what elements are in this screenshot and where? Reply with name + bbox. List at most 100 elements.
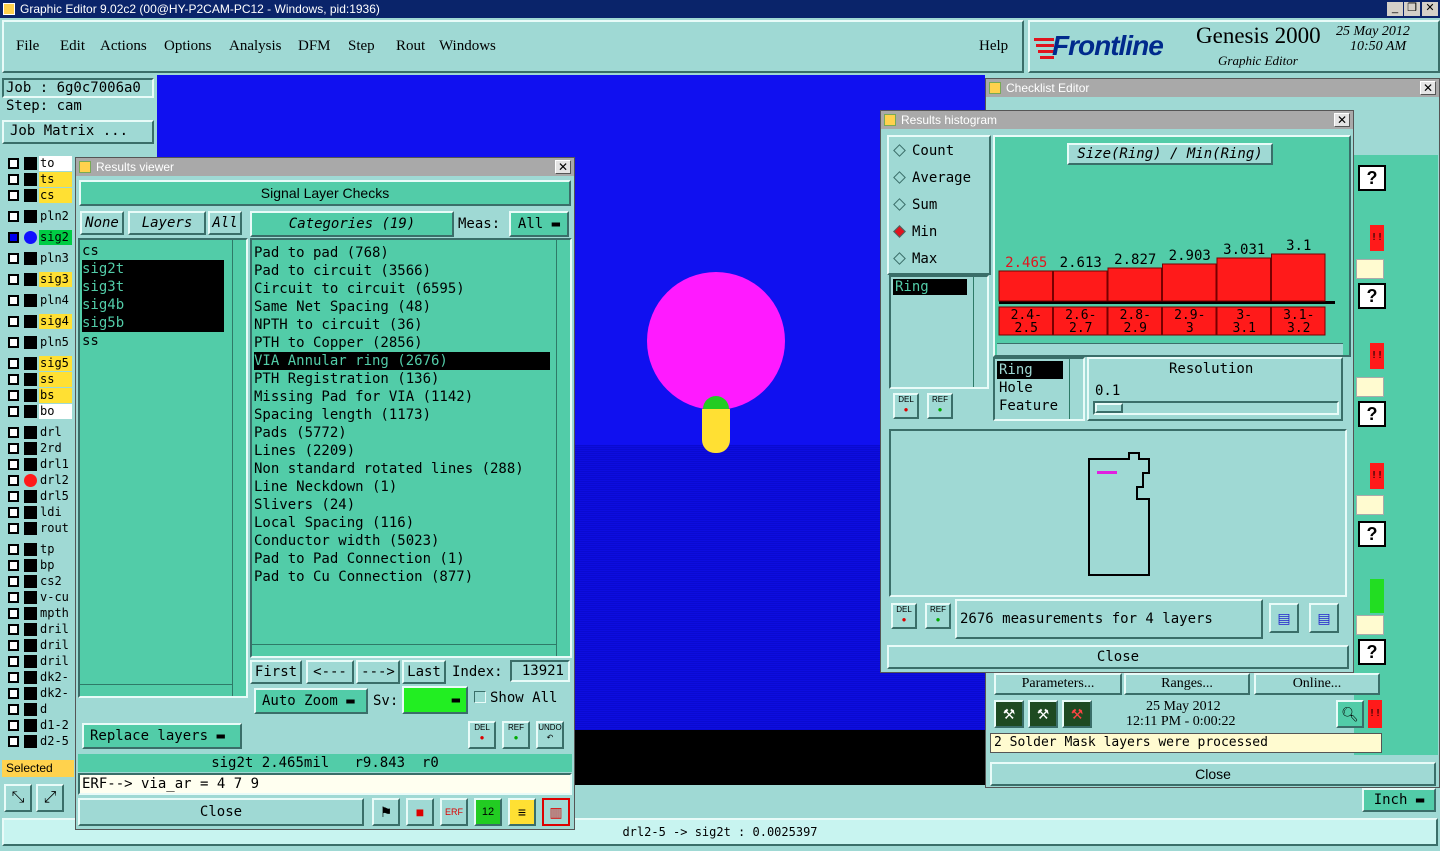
- category-item[interactable]: Line Neckdown (1): [254, 478, 550, 496]
- close-window-button[interactable]: ✕: [1422, 2, 1438, 16]
- check-status-help-icon[interactable]: ?: [1358, 639, 1386, 665]
- type-item[interactable]: Ring: [997, 361, 1063, 379]
- layer-row[interactable]: d: [6, 702, 72, 717]
- histogram-icon[interactable]: ▥: [542, 798, 570, 826]
- minimize-button[interactable]: _: [1387, 2, 1403, 16]
- last-button[interactable]: Last: [402, 660, 446, 684]
- all-layers-button[interactable]: All: [208, 211, 242, 235]
- histogram-del-button[interactable]: DEL ●: [893, 393, 919, 419]
- layer-row[interactable]: sig3: [6, 272, 72, 287]
- category-item[interactable]: Lines (2209): [254, 442, 550, 460]
- layer-row[interactable]: bo: [6, 404, 72, 419]
- result-layer-item[interactable]: ss: [82, 332, 224, 350]
- layer-checkbox[interactable]: [8, 427, 19, 438]
- layer-checkbox[interactable]: [8, 592, 19, 603]
- layer-checkbox[interactable]: [8, 688, 19, 699]
- check-failed-marker[interactable]: !!: [1370, 225, 1384, 251]
- category-item[interactable]: Circuit to circuit (6595): [254, 280, 550, 298]
- check-status-help-icon[interactable]: ?: [1358, 521, 1386, 547]
- prev-button[interactable]: <---: [306, 660, 354, 684]
- layer-checkbox[interactable]: [8, 316, 19, 327]
- category-item[interactable]: Pads (5772): [254, 424, 550, 442]
- layer-row[interactable]: dril: [6, 654, 72, 669]
- layer-checkbox[interactable]: [8, 544, 19, 555]
- layer-checkbox[interactable]: [8, 624, 19, 635]
- menu-rout[interactable]: Rout: [396, 38, 425, 55]
- categories-header-button[interactable]: Categories (19): [250, 211, 454, 237]
- aggregate-option-count[interactable]: Count: [893, 143, 954, 159]
- check-status-help-icon[interactable]: ?: [1358, 165, 1386, 191]
- check-failed-marker[interactable]: !!: [1370, 343, 1384, 369]
- layer-checkbox[interactable]: [8, 174, 19, 185]
- layer-row[interactable]: dril: [6, 622, 72, 637]
- layer-row[interactable]: drl2: [6, 473, 72, 488]
- layer-row[interactable]: pln4: [6, 293, 72, 308]
- via-pad-feature[interactable]: [637, 265, 797, 465]
- aggregate-option-sum[interactable]: Sum: [893, 197, 937, 213]
- layer-list-hscroll[interactable]: [80, 684, 232, 696]
- type-scrollbar[interactable]: [1069, 359, 1083, 419]
- category-item[interactable]: PTH Registration (136): [254, 370, 550, 388]
- parameters-button[interactable]: Parameters...: [994, 673, 1122, 695]
- layer-checkbox[interactable]: [8, 640, 19, 651]
- measure-scrollbar[interactable]: [973, 277, 987, 387]
- category-item[interactable]: Conductor width (5023): [254, 532, 550, 550]
- layer-checkbox[interactable]: [8, 736, 19, 747]
- category-item[interactable]: VIA Annular ring (2676): [254, 352, 550, 370]
- layer-row[interactable]: v-cu: [6, 590, 72, 605]
- meas-select[interactable]: All ▬: [509, 211, 569, 237]
- layer-row[interactable]: ldi: [6, 505, 72, 520]
- job-matrix-button[interactable]: Job Matrix ...: [2, 120, 154, 144]
- layer-checkbox[interactable]: [8, 672, 19, 683]
- layer-checkbox[interactable]: [8, 523, 19, 534]
- layer-checkbox[interactable]: [8, 608, 19, 619]
- export-chart-icon[interactable]: ▤: [1269, 603, 1299, 633]
- checklist-close-x[interactable]: ✕: [1420, 81, 1436, 95]
- layer-checkbox[interactable]: [8, 443, 19, 454]
- rv-undo-button[interactable]: UNDO ↶: [536, 721, 564, 749]
- check-status-help-icon[interactable]: ?: [1358, 401, 1386, 427]
- layer-row[interactable]: 2rd: [6, 441, 72, 456]
- histogram-bar[interactable]: [1162, 263, 1217, 302]
- zoom-fit-icon[interactable]: ⤡: [4, 784, 32, 812]
- category-item[interactable]: Pad to pad (768): [254, 244, 550, 262]
- category-item[interactable]: PTH to Copper (2856): [254, 334, 550, 352]
- layer-row[interactable]: sig2: [6, 230, 72, 245]
- histogram-close-x[interactable]: ✕: [1334, 113, 1350, 127]
- category-item[interactable]: Pad to Cu Connection (877): [254, 568, 550, 586]
- check-pending-marker[interactable]: [1356, 495, 1384, 515]
- type-item[interactable]: Feature: [997, 397, 1063, 415]
- next-button[interactable]: --->: [356, 660, 400, 684]
- layer-checkbox[interactable]: [8, 507, 19, 518]
- layer-row[interactable]: dk2-: [6, 686, 72, 701]
- menu-windows[interactable]: Windows: [439, 38, 496, 55]
- layers-button[interactable]: Layers: [128, 211, 206, 235]
- layer-checkbox[interactable]: [8, 158, 19, 169]
- layer-row[interactable]: cs: [6, 188, 72, 203]
- show-all-checkbox[interactable]: [474, 691, 486, 703]
- menu-file[interactable]: File: [16, 38, 39, 55]
- layer-row[interactable]: pln5: [6, 335, 72, 350]
- run-check-icon-2[interactable]: ⚒: [1028, 700, 1058, 728]
- run-check-icon-1[interactable]: ⚒: [994, 700, 1024, 728]
- layer-row[interactable]: bp: [6, 558, 72, 573]
- layer-checkbox[interactable]: [8, 576, 19, 587]
- layer-checkbox[interactable]: [8, 374, 19, 385]
- resolution-slider[interactable]: [1093, 401, 1339, 415]
- layer-row[interactable]: tp: [6, 542, 72, 557]
- none-button[interactable]: None: [80, 211, 124, 235]
- check-status-help-icon[interactable]: ?: [1358, 283, 1386, 309]
- preview-ref-button[interactable]: REF ●: [925, 603, 951, 629]
- result-layer-item[interactable]: sig4b: [82, 296, 224, 314]
- rv-ref-button[interactable]: REF ●: [502, 721, 530, 749]
- layer-checkbox[interactable]: [8, 704, 19, 715]
- one-two-icon[interactable]: 12: [474, 798, 502, 826]
- layer-row[interactable]: pln3: [6, 251, 72, 266]
- result-layer-item[interactable]: sig2t: [82, 260, 224, 278]
- category-item[interactable]: Same Net Spacing (48): [254, 298, 550, 316]
- check-pending-marker[interactable]: [1356, 259, 1384, 279]
- aggregate-option-average[interactable]: Average: [893, 170, 971, 186]
- category-item[interactable]: NPTH to circuit (36): [254, 316, 550, 334]
- histogram-bar[interactable]: [1271, 253, 1326, 302]
- layer-row[interactable]: d1-2: [6, 718, 72, 733]
